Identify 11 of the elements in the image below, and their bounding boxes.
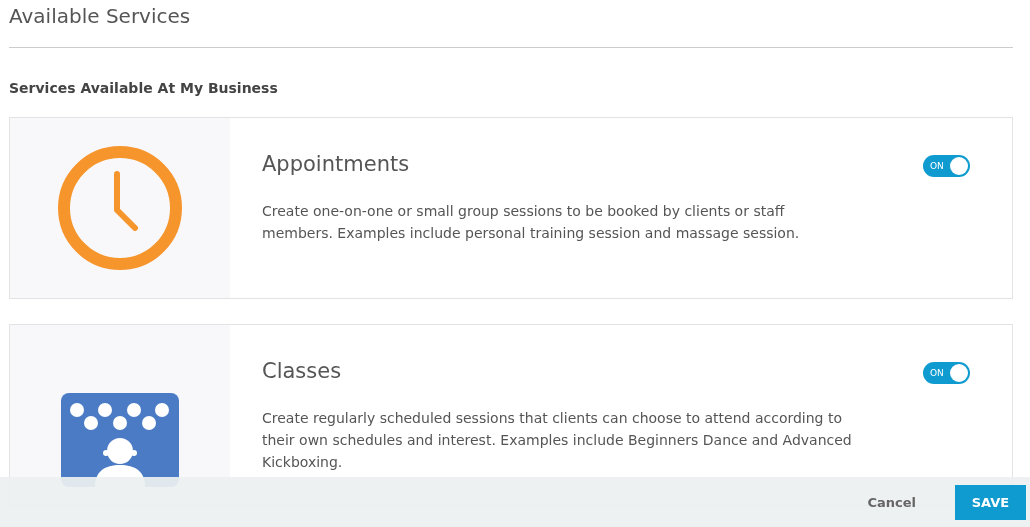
save-button[interactable]: SAVE <box>955 484 1026 520</box>
toggle-switch[interactable]: ON <box>923 362 970 384</box>
page-title: Available Services <box>9 4 192 30</box>
clock-icon <box>57 145 183 271</box>
section-heading: Services Available At My Business <box>9 80 279 96</box>
service-name: Appointments <box>262 152 410 176</box>
service-description: Create regularly scheduled sessions that clients can choose to attend according to their own schedules and interest. Examples include Beginners Dance and Advanced Kickboxing. <box>262 409 852 472</box>
service-name: Classes <box>262 359 342 383</box>
service-description: Create one-on-one or small group sessions to be booked by clients or staff members. Examples include personal training session and massage session. <box>262 202 801 243</box>
cancel-button[interactable]: Cancel <box>861 493 922 511</box>
toggle-switch[interactable]: ON <box>923 155 970 177</box>
